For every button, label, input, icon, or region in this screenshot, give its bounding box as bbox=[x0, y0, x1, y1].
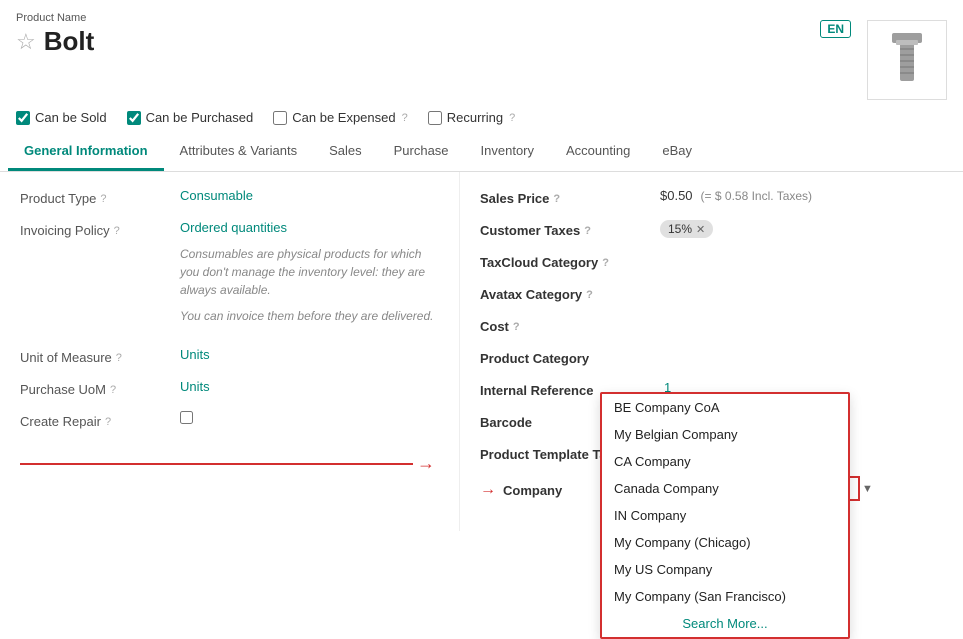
tab-general-information[interactable]: General Information bbox=[8, 133, 164, 171]
can-be-expensed-checkbox[interactable]: Can be Expensed ? bbox=[273, 110, 407, 125]
purchase-uom-value[interactable]: Units bbox=[180, 379, 439, 394]
invoicing-note1: Consumables are physical products for wh… bbox=[180, 245, 439, 299]
tab-inventory[interactable]: Inventory bbox=[465, 133, 550, 171]
product-category-label: Product Category bbox=[480, 348, 660, 366]
invoicing-note2: You can invoice them before they are del… bbox=[180, 307, 439, 325]
sales-price-amount: $0.50 bbox=[660, 188, 693, 203]
dropdown-item-7[interactable]: My Company (San Francisco) bbox=[602, 583, 848, 610]
tab-ebay[interactable]: eBay bbox=[646, 133, 708, 171]
help-icon-customer-taxes[interactable]: ? bbox=[584, 225, 591, 237]
company-dropdown: BE Company CoA My Belgian Company CA Com… bbox=[600, 392, 850, 639]
dropdown-item-3[interactable]: Canada Company bbox=[602, 475, 848, 502]
taxes-incl-text: (= $ 0.58 Incl. Taxes) bbox=[701, 189, 813, 203]
help-icon-create-repair[interactable]: ? bbox=[105, 416, 111, 428]
tax-tag: 15% ✕ bbox=[660, 220, 713, 238]
tab-sales[interactable]: Sales bbox=[313, 133, 378, 171]
avatax-category-label: Avatax Category ? bbox=[480, 284, 660, 302]
invoicing-policy-label: Invoicing Policy ? bbox=[20, 220, 180, 238]
cost-label: Cost ? bbox=[480, 316, 660, 334]
company-arrow-icon: → bbox=[480, 481, 496, 499]
search-more-link[interactable]: Search More... bbox=[602, 610, 848, 637]
sales-price-label: Sales Price ? bbox=[480, 188, 660, 206]
taxcloud-category-label: TaxCloud Category ? bbox=[480, 252, 660, 270]
unit-of-measure-row: Unit of Measure ? Units bbox=[20, 347, 439, 365]
unit-of-measure-value[interactable]: Units bbox=[180, 347, 439, 362]
help-icon-sales-price[interactable]: ? bbox=[553, 193, 560, 205]
help-icon-cost[interactable]: ? bbox=[513, 321, 520, 333]
product-title: Bolt bbox=[44, 26, 95, 57]
sales-price-value: $0.50 (= $ 0.58 Incl. Taxes) bbox=[660, 188, 943, 203]
dropdown-item-6[interactable]: My US Company bbox=[602, 556, 848, 583]
tab-purchase[interactable]: Purchase bbox=[378, 133, 465, 171]
checkboxes-row: Can be Sold Can be Purchased Can be Expe… bbox=[0, 104, 963, 133]
arrow-line bbox=[20, 463, 413, 465]
dropdown-item-2[interactable]: CA Company bbox=[602, 448, 848, 475]
can-be-purchased-checkbox[interactable]: Can be Purchased bbox=[127, 110, 254, 125]
help-icon-expensed[interactable]: ? bbox=[402, 112, 408, 124]
help-icon-recurring[interactable]: ? bbox=[509, 112, 515, 124]
dropdown-item-4[interactable]: IN Company bbox=[602, 502, 848, 529]
customer-taxes-label: Customer Taxes ? bbox=[480, 220, 660, 238]
tabs-row: General Information Attributes & Variant… bbox=[0, 133, 963, 172]
star-icon[interactable]: ☆ bbox=[16, 29, 36, 55]
create-repair-row: Create Repair ? bbox=[20, 411, 439, 429]
avatax-category-row: Avatax Category ? bbox=[480, 284, 943, 302]
recurring-checkbox[interactable]: Recurring ? bbox=[428, 110, 515, 125]
dropdown-item-1[interactable]: My Belgian Company bbox=[602, 421, 848, 448]
purchase-uom-row: Purchase UoM ? Units bbox=[20, 379, 439, 397]
invoicing-policy-value: Ordered quantities Consumables are physi… bbox=[180, 220, 439, 333]
language-badge[interactable]: EN bbox=[820, 20, 851, 38]
help-icon-uom[interactable]: ? bbox=[116, 352, 122, 364]
create-repair-value bbox=[180, 411, 439, 427]
taxcloud-category-row: TaxCloud Category ? bbox=[480, 252, 943, 270]
right-panel: Sales Price ? $0.50 (= $ 0.58 Incl. Taxe… bbox=[460, 172, 963, 531]
product-type-label: Product Type ? bbox=[20, 188, 180, 206]
left-panel: Product Type ? Consumable Invoicing Poli… bbox=[0, 172, 460, 531]
customer-taxes-value: 15% ✕ bbox=[660, 220, 943, 238]
help-icon-purchase-uom[interactable]: ? bbox=[110, 384, 116, 396]
product-type-value[interactable]: Consumable bbox=[180, 188, 439, 203]
product-name-label: Product Name bbox=[16, 12, 94, 24]
company-arrow-row: → bbox=[20, 453, 439, 474]
customer-taxes-row: Customer Taxes ? 15% ✕ bbox=[480, 220, 943, 238]
right-arrow-icon: → bbox=[417, 453, 435, 474]
tab-accounting[interactable]: Accounting bbox=[550, 133, 646, 171]
help-icon-avatax[interactable]: ? bbox=[586, 289, 593, 301]
unit-of-measure-label: Unit of Measure ? bbox=[20, 347, 180, 365]
cost-row: Cost ? bbox=[480, 316, 943, 334]
product-type-row: Product Type ? Consumable bbox=[20, 188, 439, 206]
help-icon-taxcloud[interactable]: ? bbox=[602, 257, 609, 269]
product-category-row: Product Category bbox=[480, 348, 943, 366]
tab-attributes-variants[interactable]: Attributes & Variants bbox=[164, 133, 314, 171]
help-icon-invoicing[interactable]: ? bbox=[114, 225, 120, 237]
create-repair-label: Create Repair ? bbox=[20, 411, 180, 429]
create-repair-checkbox[interactable] bbox=[180, 411, 193, 424]
tax-tag-remove[interactable]: ✕ bbox=[696, 223, 705, 236]
invoicing-policy-row: Invoicing Policy ? Ordered quantities Co… bbox=[20, 220, 439, 333]
dropdown-item-5[interactable]: My Company (Chicago) bbox=[602, 529, 848, 556]
can-be-sold-checkbox[interactable]: Can be Sold bbox=[16, 110, 107, 125]
sales-price-row: Sales Price ? $0.50 (= $ 0.58 Incl. Taxe… bbox=[480, 188, 943, 206]
purchase-uom-label: Purchase UoM ? bbox=[20, 379, 180, 397]
product-image bbox=[867, 20, 947, 100]
dropdown-arrow-icon[interactable]: ▼ bbox=[862, 483, 873, 495]
dropdown-item-0[interactable]: BE Company CoA bbox=[602, 394, 848, 421]
help-icon-product-type[interactable]: ? bbox=[100, 193, 106, 205]
